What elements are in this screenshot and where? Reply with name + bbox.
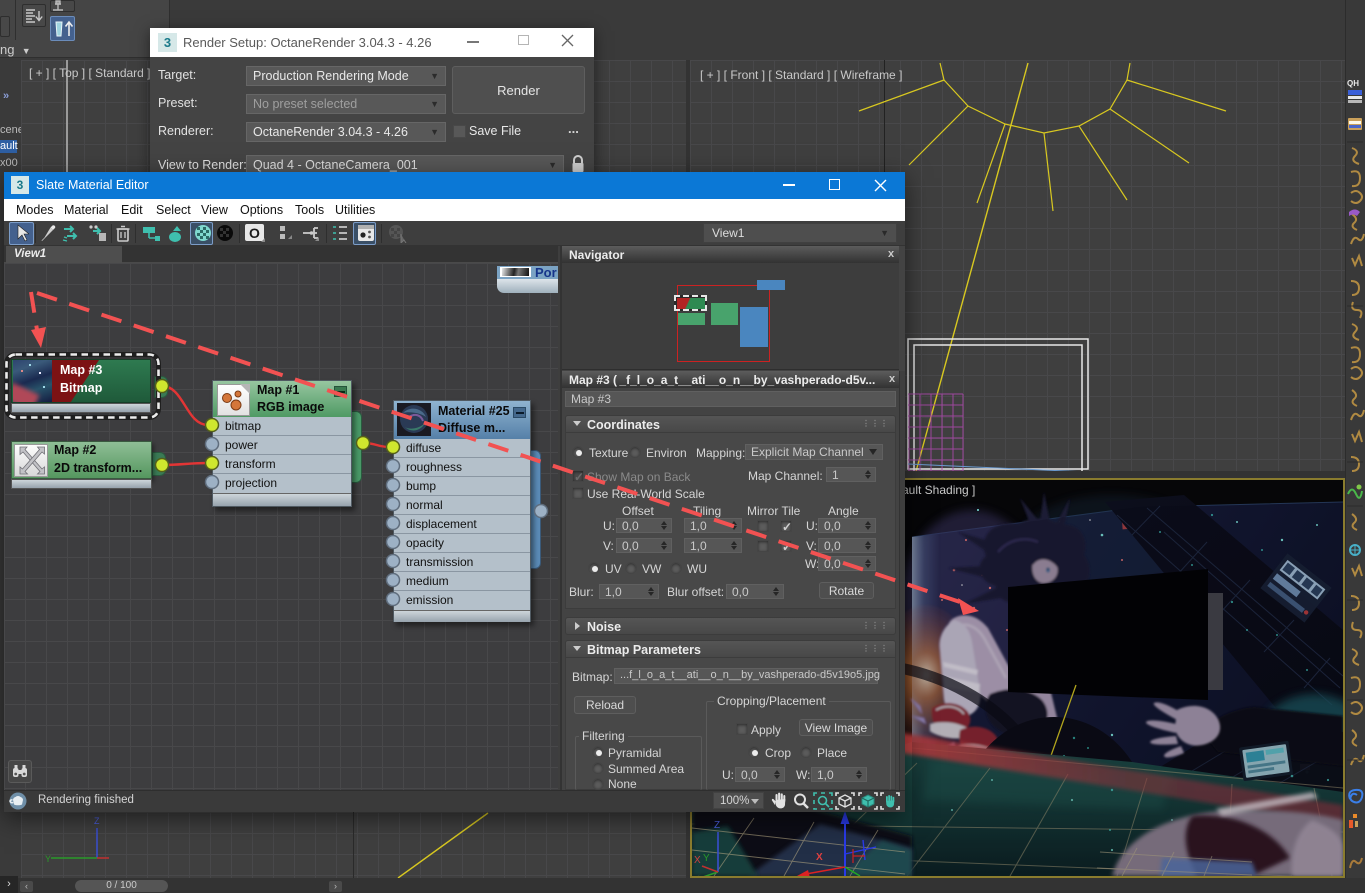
svg-text:QH: QH xyxy=(1347,79,1359,88)
svg-text:Y: Y xyxy=(703,853,710,864)
svg-text:X: X xyxy=(816,852,823,863)
svg-text:Y: Y xyxy=(45,854,51,864)
svg-text:Z: Z xyxy=(714,820,720,831)
svg-text:X: X xyxy=(694,855,701,866)
svg-text:Z: Z xyxy=(94,816,100,826)
svg-text:O: O xyxy=(249,225,260,241)
